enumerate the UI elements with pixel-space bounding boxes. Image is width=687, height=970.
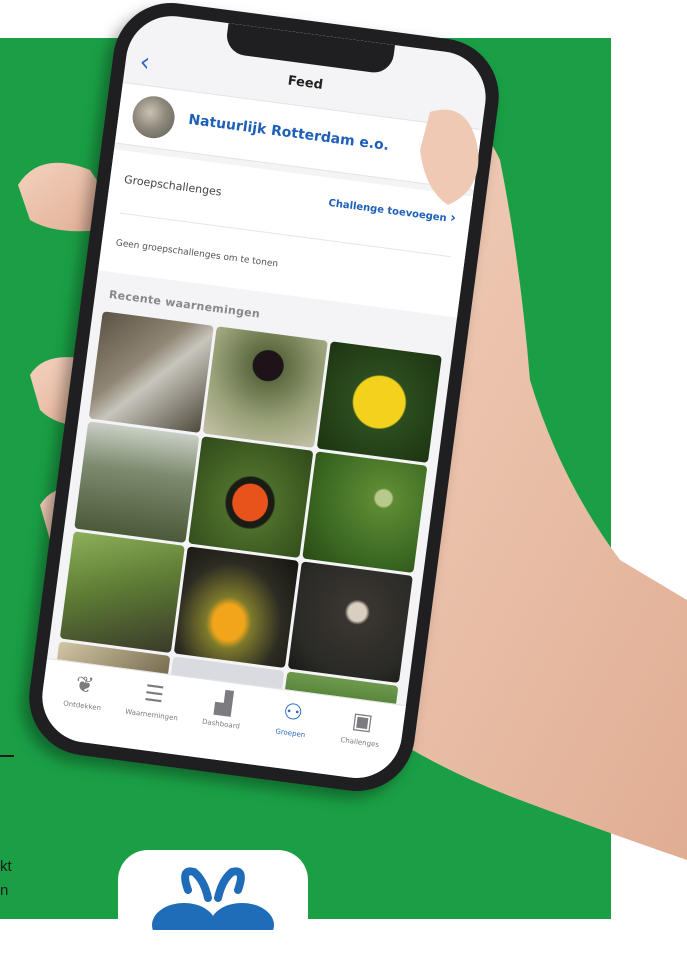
species-icon: ❦ (74, 671, 96, 700)
phone-screen: ‹ Feed Natuurlijk Rotterdam e.o. › Groep… (36, 10, 492, 784)
observation-grid (55, 311, 442, 716)
tab-challenges[interactable]: ▣ Challenges (320, 696, 400, 782)
tab-dashboard[interactable]: ▟ Dashboard (182, 678, 262, 764)
challenge-icon: ▣ (350, 708, 375, 736)
observation-tile-bark[interactable] (88, 311, 214, 433)
add-challenge-button[interactable]: Challenge toevoegen › (328, 194, 457, 227)
observation-tile-grass[interactable] (59, 531, 185, 654)
group-name: Natuurlijk Rotterdam e.o. (187, 111, 390, 155)
chart-icon: ▟ (213, 690, 234, 718)
observation-tile-firebug[interactable] (188, 436, 314, 558)
groups-icon: ⚇ (281, 699, 305, 727)
tab-ontdekken[interactable]: ❦ Ontdekken (43, 660, 123, 746)
observation-tile-tree[interactable] (74, 421, 200, 543)
challenges-title: Groepschallenges (123, 172, 223, 199)
observation-tile-fungus[interactable] (173, 546, 299, 669)
list-icon: ☰ (142, 681, 166, 709)
chevron-right-icon: › (454, 141, 466, 166)
chevron-right-icon: › (449, 209, 457, 227)
add-challenge-label: Challenge toevoegen (327, 197, 448, 225)
tab-groepen[interactable]: ⚇ Groepen (251, 687, 331, 773)
observation-tile-berry[interactable] (202, 326, 328, 448)
observation-tile-yellow-flower[interactable] (316, 341, 442, 463)
group-avatar (130, 93, 178, 141)
tab-waarnemingen[interactable]: ☰ Waarnemingen (112, 669, 192, 755)
observation-tile-leaf[interactable] (302, 451, 428, 573)
observation-tile-mushroom[interactable] (287, 561, 413, 684)
challenges-empty-text: Geen groepschallenges om te tonen (115, 238, 279, 270)
